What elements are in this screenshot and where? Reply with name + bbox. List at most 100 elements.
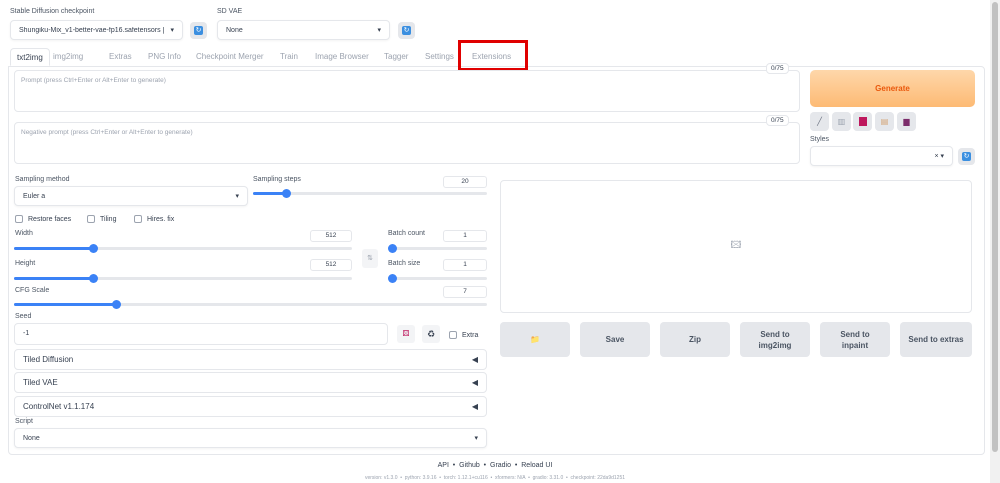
tab-train[interactable]: Train	[274, 48, 304, 66]
tab-img2img[interactable]: img2img	[47, 48, 89, 66]
cfg-scale-slider[interactable]	[14, 300, 487, 309]
reload-ui-link[interactable]: Reload UI	[521, 462, 552, 469]
tiling-checkbox[interactable]: Tiling	[87, 215, 116, 223]
swap-dimensions-button[interactable]: ⇅	[362, 249, 378, 268]
recycle-icon: ♻	[426, 329, 436, 339]
bookmark-button[interactable]	[853, 112, 872, 131]
random-seed-button[interactable]: ⚄	[397, 325, 415, 343]
open-folder-button[interactable]: 📁	[500, 322, 570, 357]
script-value: None	[23, 434, 40, 442]
slider-thumb[interactable]	[89, 274, 98, 283]
seed-input[interactable]: -1	[14, 323, 388, 345]
hires-fix-label: Hires. fix	[147, 215, 175, 223]
footer-links: API • Github • Gradio • Reload UI	[437, 462, 553, 469]
chevron-down-icon: ▾	[377, 27, 381, 34]
extra-seed-checkbox[interactable]: Extra	[449, 331, 478, 339]
negative-prompt-token-counter: 0/75	[766, 115, 789, 126]
slider-thumb[interactable]	[388, 274, 397, 283]
height-label: Height	[15, 260, 36, 267]
styles-dropdown[interactable]: × ▾	[810, 146, 953, 166]
extra-label: Extra	[462, 331, 479, 339]
batch-size-input[interactable]: 1	[443, 259, 487, 271]
zip-button[interactable]: Zip	[660, 322, 730, 357]
tab-image-browser[interactable]: Image Browser	[309, 48, 375, 66]
restore-faces-checkbox[interactable]: Restore faces	[15, 215, 71, 223]
sampling-steps-input[interactable]: 20	[443, 176, 487, 188]
slider-thumb[interactable]	[89, 244, 98, 253]
accordion-label: Tiled Diffusion	[23, 355, 74, 364]
clipboard-icon: ▤	[880, 117, 889, 126]
chevron-down-icon: ▾	[235, 193, 239, 200]
seed-label: Seed	[15, 313, 32, 320]
trash-button[interactable]: ▥	[832, 112, 851, 131]
triangle-left-icon: ◀	[471, 355, 478, 364]
checkpoint-value: Shungiku-Mix_v1-better-vae-fp16.safetens…	[19, 26, 164, 34]
accordion-label: Tiled VAE	[23, 378, 58, 387]
styles-label: Styles	[810, 136, 830, 143]
prompt-token-counter: 0/75	[766, 63, 789, 74]
sampling-steps-label: Sampling steps	[253, 176, 301, 183]
hires-fix-checkbox[interactable]: Hires. fix	[134, 215, 174, 223]
refresh-icon: ↻	[962, 152, 971, 161]
accordion-controlnet[interactable]: ControlNet v1.1.174 ◀	[14, 396, 487, 417]
save-button[interactable]: Save	[580, 322, 650, 357]
tab-png-info[interactable]: PNG Info	[142, 48, 187, 66]
accordion-label: ControlNet v1.1.174	[23, 402, 95, 411]
width-label: Width	[15, 230, 33, 237]
scrollbar-thumb[interactable]	[992, 2, 998, 452]
github-link[interactable]: Github	[459, 462, 480, 469]
accordion-tiled-vae[interactable]: Tiled VAE ◀	[14, 372, 487, 393]
save-style-button[interactable]: ▆	[897, 112, 916, 131]
clipboard-button[interactable]: ▤	[875, 112, 894, 131]
batch-size-slider[interactable]	[388, 274, 487, 283]
tab-checkpoint-merger[interactable]: Checkpoint Merger	[190, 48, 270, 66]
vae-dropdown[interactable]: None ▾	[217, 20, 390, 40]
sampling-method-dropdown[interactable]: Euler a ▾	[14, 186, 248, 206]
bookmark-icon	[858, 117, 867, 126]
slider-thumb[interactable]	[388, 244, 397, 253]
refresh-styles-button[interactable]: ↻	[958, 148, 975, 165]
refresh-vae-button[interactable]: ↻	[398, 22, 415, 39]
reuse-seed-button[interactable]: ♻	[422, 325, 440, 343]
chevron-down-icon: ▾	[170, 27, 174, 34]
swap-icon: ⇅	[367, 255, 373, 262]
refresh-checkpoint-button[interactable]: ↻	[190, 22, 207, 39]
batch-count-slider[interactable]	[388, 244, 487, 253]
script-dropdown[interactable]: None ▾	[14, 428, 487, 448]
width-slider[interactable]	[14, 244, 352, 253]
tab-extras[interactable]: Extras	[103, 48, 138, 66]
clear-icon[interactable]: ×	[934, 153, 938, 160]
scrollbar[interactable]	[990, 0, 1000, 483]
sampling-method-label: Sampling method	[15, 176, 70, 183]
slider-thumb[interactable]	[282, 189, 291, 198]
send-to-inpaint-button[interactable]: Send to inpaint	[820, 322, 890, 357]
batch-count-input[interactable]: 1	[443, 230, 487, 242]
output-gallery: 🖾	[500, 180, 972, 313]
batch-count-label: Batch count	[388, 230, 425, 237]
pencil-icon-button[interactable]: ╱	[810, 112, 829, 131]
slider-thumb[interactable]	[112, 300, 121, 309]
tab-settings[interactable]: Settings	[419, 48, 460, 66]
generate-button[interactable]: Generate	[810, 70, 975, 107]
negative-prompt-input[interactable]: Negative prompt (press Ctrl+Enter or Alt…	[14, 122, 800, 164]
restore-faces-label: Restore faces	[28, 215, 72, 223]
version-info: version: v1.3.0 • python: 3.9.16 • torch…	[364, 475, 626, 481]
api-link[interactable]: API	[438, 462, 449, 469]
gradio-link[interactable]: Gradio	[490, 462, 511, 469]
checkpoint-label: Stable Diffusion checkpoint	[10, 8, 95, 15]
sampling-steps-slider[interactable]	[253, 189, 487, 198]
cfg-scale-input[interactable]: 7	[443, 286, 487, 298]
prompt-input[interactable]: Prompt (press Ctrl+Enter or Alt+Enter to…	[14, 70, 800, 112]
tab-txt2img[interactable]: txt2img	[10, 48, 50, 66]
accordion-tiled-diffusion[interactable]: Tiled Diffusion ◀	[14, 349, 487, 370]
refresh-icon: ↻	[194, 26, 203, 35]
send-to-extras-button[interactable]: Send to extras	[900, 322, 972, 357]
save-icon: ▆	[903, 117, 910, 126]
checkpoint-dropdown[interactable]: Shungiku-Mix_v1-better-vae-fp16.safetens…	[10, 20, 183, 40]
send-to-img2img-button[interactable]: Send to img2img	[740, 322, 810, 357]
tab-tagger[interactable]: Tagger	[378, 48, 414, 66]
refresh-icon: ↻	[402, 26, 411, 35]
height-input[interactable]: 512	[310, 259, 352, 271]
height-slider[interactable]	[14, 274, 352, 283]
width-input[interactable]: 512	[310, 230, 352, 242]
